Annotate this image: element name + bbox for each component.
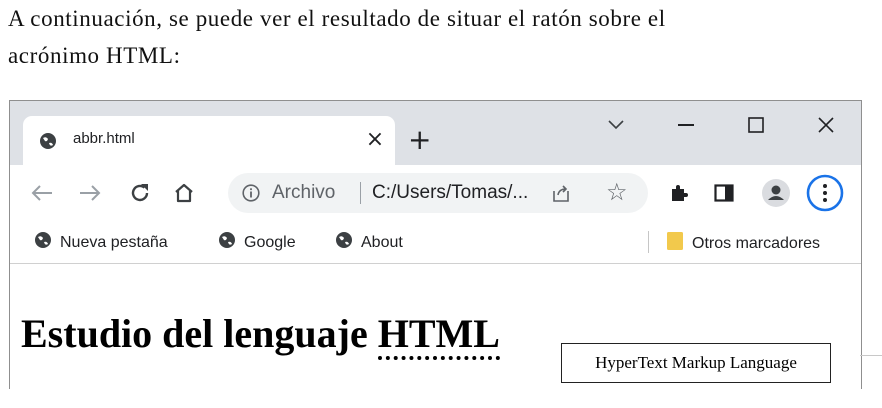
reload-icon[interactable]: [123, 176, 157, 210]
toolbar: Archivo C:/Users/Tomas/... ☆: [10, 165, 861, 221]
abbr-tooltip: HyperText Markup Language: [561, 343, 831, 383]
close-window-button[interactable]: [806, 110, 846, 140]
bookmark-nueva-pestana[interactable]: Nueva pestaña: [34, 231, 168, 254]
tab-strip: abbr.html × +: [10, 101, 861, 165]
bookmark-about[interactable]: About: [335, 231, 403, 254]
folder-icon: [666, 231, 684, 256]
home-icon[interactable]: [167, 176, 201, 210]
divider-line: [860, 355, 882, 356]
menu-kebab-icon[interactable]: [806, 174, 844, 212]
intro-line-2: acrónimo HTML:: [8, 43, 181, 68]
globe-icon: [218, 231, 236, 254]
bookmark-label: Google: [244, 233, 296, 251]
intro-line-1: A continuación, se puede ver el resultad…: [8, 6, 666, 31]
extensions-puzzle-icon[interactable]: [662, 176, 696, 210]
bookmark-label: Otros marcadores: [692, 234, 821, 252]
bookmark-label: About: [361, 233, 403, 251]
side-panel-icon[interactable]: [707, 176, 741, 210]
bookmark-label: Nueva pestaña: [60, 233, 168, 251]
html-abbreviation[interactable]: HTML: [377, 311, 500, 360]
tab-title: abbr.html: [73, 130, 135, 147]
share-icon[interactable]: [551, 183, 571, 207]
bookmarks-bar: Nueva pestaña Google About Otros marcado…: [10, 221, 861, 264]
intro-paragraph: A continuación, se puede ver el resultad…: [8, 0, 874, 74]
bookmark-otros-marcadores[interactable]: Otros marcadores: [666, 231, 820, 256]
bookmark-star-icon[interactable]: ☆: [606, 178, 628, 206]
address-bar[interactable]: Archivo C:/Users/Tomas/... ☆: [228, 173, 648, 213]
profile-avatar-icon[interactable]: [759, 176, 793, 210]
new-tab-button[interactable]: +: [408, 126, 431, 154]
scheme-label: Archivo: [272, 182, 336, 203]
page-heading: Estudio del lenguaje HTML: [21, 310, 500, 360]
globe-icon: [39, 132, 57, 154]
page-viewport: Estudio del lenguaje HTML HyperText Mark…: [10, 264, 861, 389]
tab-abbr[interactable]: abbr.html ×: [23, 116, 395, 165]
tab-close-icon[interactable]: ×: [363, 126, 387, 154]
browser-window: abbr.html × + Archivo C:/Users/Tomas/...…: [9, 100, 862, 389]
bookmarks-divider: [648, 231, 649, 253]
info-icon[interactable]: [242, 184, 260, 206]
maximize-button[interactable]: [736, 110, 776, 140]
url-text[interactable]: C:/Users/Tomas/...: [372, 182, 528, 204]
bookmark-google[interactable]: Google: [218, 231, 296, 254]
minimize-button[interactable]: [666, 110, 706, 140]
back-arrow-icon[interactable]: [25, 176, 59, 210]
heading-text: Estudio del lenguaje: [21, 311, 378, 356]
forward-arrow-icon[interactable]: [73, 176, 107, 210]
globe-icon: [34, 231, 52, 254]
address-divider: [360, 182, 361, 204]
globe-icon: [335, 231, 353, 254]
tab-search-chevron-icon[interactable]: [596, 110, 636, 140]
